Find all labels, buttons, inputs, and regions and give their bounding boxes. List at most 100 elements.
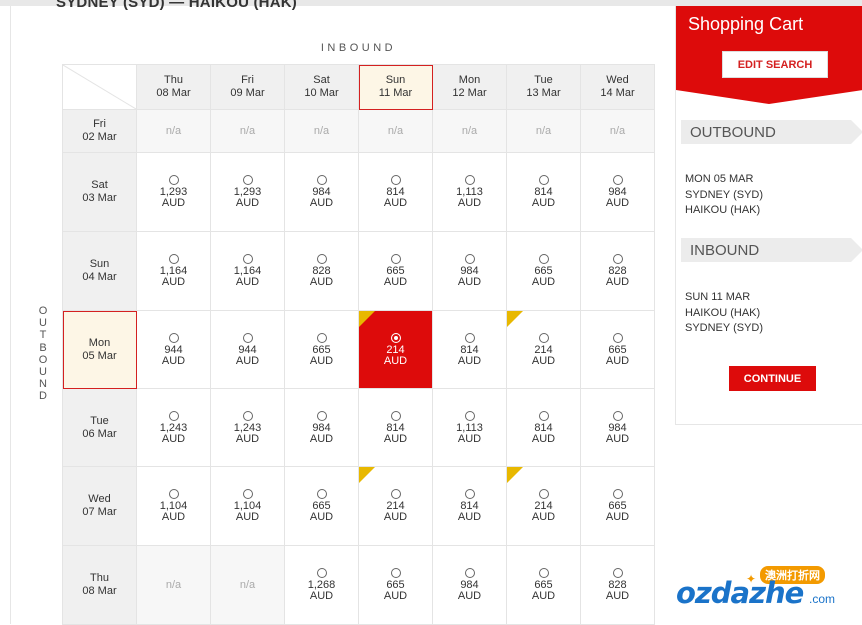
row-day: Tue — [90, 414, 109, 427]
fare-radio-button[interactable] — [464, 489, 475, 499]
fare-currency: AUD — [309, 276, 334, 288]
fare-cell[interactable]: 214 AUD — [506, 310, 581, 389]
fare-radio-button[interactable] — [390, 410, 401, 421]
fare-cell[interactable]: 828 AUD — [580, 231, 655, 311]
fare-cell[interactable]: 944 AUD — [136, 310, 211, 389]
fare-currency: AUD — [161, 276, 186, 288]
fare-cell[interactable]: 984 AUD — [580, 388, 655, 467]
fare-cell[interactable]: 828 AUD — [284, 231, 359, 311]
fare-cell[interactable]: 214 AUD — [506, 466, 581, 546]
fare-radio-button[interactable] — [242, 410, 253, 421]
fare-cell[interactable]: 1,113 AUD — [432, 388, 507, 467]
fare-radio-button[interactable] — [464, 410, 475, 421]
fare-cell[interactable]: 665 AUD — [506, 231, 581, 311]
site-logo: ✦ 澳洲打折网 ozdazhe .com — [676, 566, 846, 616]
fare-currency: AUD — [457, 590, 482, 602]
fare-radio-button[interactable] — [316, 332, 327, 343]
fare-radio-button[interactable] — [538, 489, 549, 499]
fare-radio-button[interactable] — [390, 254, 401, 264]
fare-cell[interactable]: 944 AUD — [210, 310, 285, 389]
fare-currency: AUD — [309, 197, 334, 209]
fare-cell[interactable]: 814 AUD — [358, 152, 433, 232]
outbound-date-header: Sun 04 Mar — [62, 231, 137, 311]
fare-cell[interactable]: 814 AUD — [506, 152, 581, 232]
fare-cell[interactable]: 984 AUD — [432, 545, 507, 625]
fare-cell[interactable]: 665 AUD — [358, 545, 433, 625]
fare-cell[interactable]: 828 AUD — [580, 545, 655, 625]
fare-radio-button[interactable] — [390, 332, 401, 343]
fare-cell[interactable]: 214 AUD — [358, 310, 433, 389]
fare-currency: AUD — [383, 197, 408, 209]
fare-cell[interactable]: 1,104 AUD — [136, 466, 211, 546]
edit-search-button[interactable]: EDIT SEARCH — [722, 51, 828, 78]
fare-radio-button[interactable] — [612, 175, 623, 185]
fare-cell[interactable]: 1,293 AUD — [210, 152, 285, 232]
fare-radio-button[interactable] — [168, 489, 179, 499]
fare-radio-button[interactable] — [464, 254, 475, 264]
fare-cell[interactable]: 1,164 AUD — [210, 231, 285, 311]
header-day: Fri — [241, 74, 254, 86]
fare-cell[interactable]: 665 AUD — [284, 310, 359, 389]
fare-cell[interactable]: 984 AUD — [284, 152, 359, 232]
inbound-origin: HAIKOU (HAK) — [685, 306, 761, 319]
fare-radio-button[interactable] — [390, 489, 401, 499]
fare-cell[interactable]: 1,113 AUD — [432, 152, 507, 232]
fare-cell[interactable]: 665 AUD — [284, 466, 359, 546]
fare-radio-button[interactable] — [538, 568, 549, 578]
fare-radio-button[interactable] — [464, 332, 475, 343]
fare-radio-button[interactable] — [316, 175, 327, 185]
fare-radio-button[interactable] — [316, 489, 327, 499]
fare-price: 814 — [386, 421, 405, 434]
fare-radio-button[interactable] — [242, 332, 253, 343]
fare-radio-button[interactable] — [538, 332, 549, 343]
fare-cell[interactable]: 1,164 AUD — [136, 231, 211, 311]
fare-cell[interactable]: 665 AUD — [580, 466, 655, 546]
fare-radio-button[interactable] — [168, 332, 179, 343]
fare-cell[interactable]: 984 AUD — [580, 152, 655, 232]
fare-radio-button[interactable] — [612, 254, 623, 264]
fare-radio-button[interactable] — [242, 175, 253, 185]
fare-radio-button[interactable] — [612, 332, 623, 343]
fare-cell[interactable]: 814 AUD — [506, 388, 581, 467]
row-date: 02 Mar — [82, 131, 117, 143]
fare-cell[interactable]: 214 AUD — [358, 466, 433, 546]
fare-radio-button[interactable] — [390, 175, 401, 185]
fare-cell[interactable]: 1,293 AUD — [136, 152, 211, 232]
fare-radio-button[interactable] — [538, 410, 549, 421]
fare-radio-button[interactable] — [612, 410, 623, 421]
continue-button[interactable]: CONTINUE — [729, 366, 816, 391]
fare-radio-button[interactable] — [168, 254, 179, 264]
fare-cell[interactable]: 814 AUD — [432, 466, 507, 546]
fare-radio-button[interactable] — [316, 568, 327, 578]
fare-radio-button[interactable] — [464, 175, 475, 185]
inbound-date: SUN 11 MAR — [685, 291, 751, 303]
fare-cell[interactable]: 665 AUD — [358, 231, 433, 311]
fare-radio-button[interactable] — [168, 175, 179, 185]
fare-radio-button[interactable] — [538, 254, 549, 264]
fare-currency: AUD — [605, 276, 630, 288]
fare-unavailable: n/a — [210, 545, 285, 625]
fare-radio-button[interactable] — [168, 410, 179, 421]
fare-radio-button[interactable] — [612, 568, 623, 578]
fare-radio-button[interactable] — [242, 254, 253, 264]
fare-cell[interactable]: 984 AUD — [284, 388, 359, 467]
fare-radio-button[interactable] — [612, 489, 623, 499]
fare-radio-button[interactable] — [390, 568, 401, 578]
fare-cell[interactable]: 1,243 AUD — [210, 388, 285, 467]
fare-cell[interactable]: 665 AUD — [580, 310, 655, 389]
fare-radio-button[interactable] — [316, 410, 327, 421]
fare-cell[interactable]: 984 AUD — [432, 231, 507, 311]
header-date: 09 Mar — [230, 87, 265, 99]
fare-radio-button[interactable] — [316, 254, 327, 264]
fare-cell[interactable]: 1,268 AUD — [284, 545, 359, 625]
fare-cell[interactable]: 814 AUD — [432, 310, 507, 389]
fare-cell[interactable]: 814 AUD — [358, 388, 433, 467]
fare-cell[interactable]: 1,104 AUD — [210, 466, 285, 546]
fare-radio-button[interactable] — [538, 175, 549, 185]
fare-radio-button[interactable] — [464, 568, 475, 578]
fare-cell[interactable]: 665 AUD — [506, 545, 581, 625]
fare-cell[interactable]: 1,243 AUD — [136, 388, 211, 467]
inbound-date-header: Sat 10 Mar — [284, 64, 359, 110]
fare-price: 1,243 — [233, 421, 262, 434]
fare-radio-button[interactable] — [242, 489, 253, 499]
